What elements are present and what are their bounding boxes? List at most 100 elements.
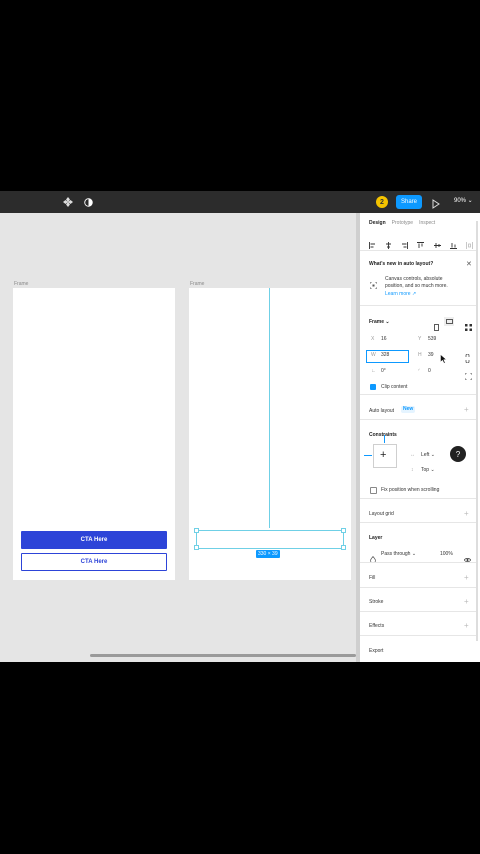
eye-icon[interactable] [463, 550, 472, 568]
constraints-widget[interactable]: + [364, 435, 397, 468]
add-stroke-icon[interactable]: + [464, 598, 469, 606]
blend-mode-select[interactable]: Pass through ⌄ [381, 551, 416, 557]
help-button[interactable]: ? [450, 446, 466, 462]
stroke-title: Stroke [369, 599, 384, 605]
contrast-icon[interactable] [82, 196, 94, 208]
panel-scrollbar[interactable] [476, 221, 478, 641]
resize-handle-tl[interactable] [194, 528, 199, 533]
resize-handle-tr[interactable] [341, 528, 346, 533]
w-input[interactable]: 328 [381, 352, 389, 358]
zoom-dropdown[interactable]: 90% ⌄ [454, 197, 473, 204]
mouse-cursor-icon [440, 351, 447, 369]
w-label: W [371, 352, 376, 358]
h-input[interactable]: 39 [428, 352, 434, 358]
clip-content-checkbox[interactable] [370, 384, 376, 390]
divider [360, 498, 476, 499]
divider [360, 522, 476, 523]
distribute-icon[interactable] [466, 236, 473, 249]
x-input[interactable]: 16 [381, 336, 387, 342]
share-button[interactable]: Share [396, 195, 422, 209]
auto-layout-title: Auto layout [369, 408, 395, 414]
effects-title: Effects [369, 623, 385, 629]
divider [360, 587, 476, 588]
whats-new-body-2: position, and so much more. [385, 283, 448, 289]
align-center-v-icon[interactable] [433, 236, 441, 248]
h-label: H [418, 352, 422, 358]
vertical-constraint-select[interactable]: Top ⌄ [421, 467, 435, 473]
play-icon[interactable] [432, 196, 442, 209]
blend-mode-value: Pass through [381, 551, 411, 557]
frame2[interactable]: 330 × 39 [189, 288, 351, 580]
fix-position-label: Fix position when scrolling [381, 487, 440, 493]
clip-content-label: Clip content [381, 384, 408, 390]
properties-panel: Design Prototype Inspect What's new in a… [360, 213, 480, 662]
selection-box[interactable] [196, 530, 344, 549]
divider [360, 305, 476, 306]
resize-handle-bl[interactable] [194, 545, 199, 550]
frame2-label[interactable]: Frame [190, 281, 204, 287]
tab-inspect[interactable]: Inspect [419, 220, 435, 226]
fill-title: Fill [369, 575, 376, 581]
figma-app: 2 Share 90% ⌄ Frame CTA Here CTA Here Fr… [0, 191, 480, 662]
close-icon[interactable]: ✕ [466, 260, 472, 268]
y-input[interactable]: 539 [428, 336, 436, 342]
x-label: X [371, 336, 375, 342]
zoom-value: 90% [454, 198, 467, 204]
add-layout-grid-icon[interactable]: + [464, 510, 469, 518]
canvas-controls-icon [369, 276, 378, 294]
vertical-constraint-value: Top [421, 467, 430, 473]
frame-section-title[interactable]: Frame ⌄ [369, 319, 390, 325]
learn-more-link[interactable]: Learn more ↗ [385, 291, 416, 297]
corner-radius-icon: ◜ [418, 368, 420, 374]
divider [360, 611, 476, 612]
add-fill-icon[interactable]: + [464, 574, 469, 582]
horizontal-constraint-icon: ↔ [410, 452, 415, 458]
left-constraint-line [364, 455, 372, 456]
avatar[interactable]: 2 [376, 196, 388, 208]
panel-tabs: Design Prototype Inspect [369, 220, 435, 226]
align-right-icon[interactable] [401, 236, 409, 249]
add-effect-icon[interactable]: + [464, 622, 469, 630]
alignment-toolbar [369, 236, 473, 249]
rotation-icon: ∟ [371, 368, 376, 374]
horizontal-scrollbar[interactable] [90, 654, 356, 657]
tab-design[interactable]: Design [369, 220, 386, 226]
center-guide [269, 288, 270, 528]
divider [360, 419, 476, 420]
dimension-badge: 330 × 39 [256, 550, 280, 558]
blend-mode-icon [370, 550, 376, 568]
portrait-icon[interactable] [434, 318, 439, 336]
align-top-icon[interactable] [417, 236, 425, 248]
constrain-proportions-icon[interactable] [465, 350, 470, 368]
corner-radius-input[interactable]: 0 [428, 368, 431, 374]
resize-to-fit-icon[interactable] [465, 318, 472, 336]
y-label: Y [418, 336, 422, 342]
align-left-icon[interactable] [369, 236, 376, 249]
landscape-icon[interactable] [444, 317, 454, 326]
add-auto-layout-icon[interactable]: + [464, 406, 469, 414]
divider [360, 394, 476, 395]
cta-primary-button[interactable]: CTA Here [21, 531, 167, 549]
align-bottom-icon[interactable] [449, 236, 457, 249]
resize-handle-br[interactable] [341, 545, 346, 550]
constraint-plus-icon: + [380, 449, 387, 461]
tab-prototype[interactable]: Prototype [392, 220, 413, 226]
canvas[interactable]: Frame CTA Here CTA Here Frame 330 × 39 [0, 213, 356, 662]
independent-corners-icon[interactable] [464, 367, 473, 385]
export-title: Export [369, 648, 384, 654]
layer-title: Layer [369, 535, 383, 541]
whats-new-body-1: Canvas controls, absolute [385, 276, 443, 282]
align-center-h-icon[interactable] [385, 236, 392, 249]
horizontal-constraint-select[interactable]: Left ⌄ [421, 452, 435, 458]
toolbar: 2 Share 90% ⌄ [0, 191, 480, 213]
frame1-label[interactable]: Frame [14, 281, 28, 287]
rotation-input[interactable]: 0° [381, 368, 386, 374]
divider [360, 562, 476, 563]
component-icon[interactable] [62, 196, 74, 208]
fix-position-checkbox[interactable] [370, 487, 377, 494]
layout-grid-title: Layout grid [369, 511, 394, 517]
cta-secondary-button[interactable]: CTA Here [21, 553, 167, 571]
divider [360, 250, 476, 251]
opacity-input[interactable]: 100% [440, 551, 453, 557]
frame1[interactable]: CTA Here CTA Here [13, 288, 175, 580]
